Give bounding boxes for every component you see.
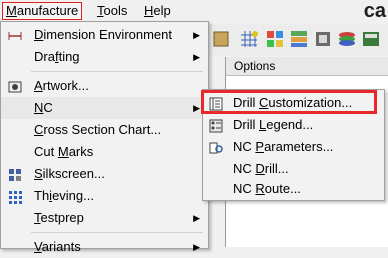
menu-item-label: NC [34, 100, 53, 115]
menu-item-label: NC Route... [233, 181, 301, 196]
menu-item-label: Testprep [34, 210, 84, 225]
thieving-icon [8, 189, 22, 204]
menu-item-label: Drill Legend... [233, 117, 314, 132]
menu-label: anufacture [16, 3, 79, 18]
rf-icon [363, 32, 379, 46]
menu-item-dimension-environment[interactable]: Dimension Environment ▶ [1, 24, 208, 46]
menu-item-nc-route[interactable]: NC Route... [203, 178, 384, 200]
menu-item-label: Dimension Environment [34, 27, 173, 42]
color-grid-icon [267, 31, 283, 47]
submenu-arrow-icon: ▶ [193, 242, 200, 252]
submenu-arrow-icon: ▶ [193, 52, 200, 62]
mnemonic: H [144, 3, 154, 18]
dimension-icon [8, 28, 22, 42]
toolbar-button[interactable] [360, 28, 382, 50]
menu-item-label: Drafting [34, 49, 80, 64]
component-icon [316, 32, 330, 46]
menu-item-label: NC Drill... [233, 161, 289, 176]
menu-item-cut-marks[interactable]: Cut Marks [1, 141, 208, 163]
toolbar-button[interactable] [288, 28, 310, 50]
menu-item-label: NC Parameters... [233, 139, 334, 154]
palette-icon [213, 31, 229, 47]
menu-item-drafting[interactable]: Drafting ▶ [1, 46, 208, 68]
submenu-arrow-icon: ▶ [193, 30, 200, 40]
stack-icon [339, 32, 355, 46]
menu-tools[interactable]: Tools [95, 3, 129, 19]
app-logo: ca [363, 0, 386, 22]
menu-item-variants[interactable]: Variants ▶ [1, 236, 208, 258]
highlight-box [201, 90, 377, 114]
menu-bar: Manufacture Tools Help ca [0, 0, 388, 22]
menu-item-label: Silkscreen... [34, 166, 105, 181]
submenu-arrow-icon: ▶ [193, 213, 200, 223]
menu-item-label: Thieving... [34, 188, 94, 203]
grid-icon [241, 31, 258, 47]
menu-item-artwork[interactable]: Artwork... [1, 75, 208, 97]
toolbar-button[interactable] [336, 28, 358, 50]
menu-label: ools [103, 3, 128, 18]
nc-parameters-icon [209, 140, 223, 154]
layers-icon [291, 31, 307, 47]
mnemonic: M [6, 3, 17, 18]
menu-item-thieving[interactable]: Thieving... [1, 185, 208, 207]
menu-separator [31, 71, 203, 72]
menu-item-label: Variants [34, 239, 81, 254]
menu-item-testprep[interactable]: Testprep ▶ [1, 207, 208, 229]
toolbar-button[interactable] [238, 28, 260, 50]
drill-legend-icon [209, 118, 223, 133]
menu-item-label: Cut Marks [34, 144, 94, 159]
toolbar-button[interactable] [210, 28, 232, 50]
menu-item-nc-drill[interactable]: NC Drill... [203, 158, 384, 180]
menu-separator [31, 232, 203, 233]
menu-item-label: Artwork... [34, 78, 89, 93]
menu-help[interactable]: Help [142, 3, 173, 19]
toolbar-button[interactable] [312, 28, 334, 50]
menu-label: elp [153, 3, 171, 18]
menu-item-label: Cross Section Chart... [34, 122, 162, 137]
menu-manufacture[interactable]: Manufacture [2, 2, 83, 20]
submenu-arrow-icon: ▶ [193, 103, 200, 113]
silkscreen-icon [8, 167, 22, 181]
menu-item-silkscreen[interactable]: Silkscreen... [1, 163, 208, 185]
artwork-icon [8, 79, 22, 93]
options-panel-title: Options [226, 57, 388, 76]
toolbar [208, 24, 388, 56]
menu-item-nc[interactable]: NC ▶ [1, 97, 208, 119]
menu-item-cross-section-chart[interactable]: Cross Section Chart... [1, 119, 208, 141]
toolbar-button[interactable] [264, 28, 286, 50]
menu-item-drill-legend[interactable]: Drill Legend... [203, 114, 384, 136]
menu-item-nc-parameters[interactable]: NC Parameters... [203, 136, 384, 158]
manufacture-menu: Dimension Environment ▶ Drafting ▶ Artwo… [0, 21, 209, 254]
